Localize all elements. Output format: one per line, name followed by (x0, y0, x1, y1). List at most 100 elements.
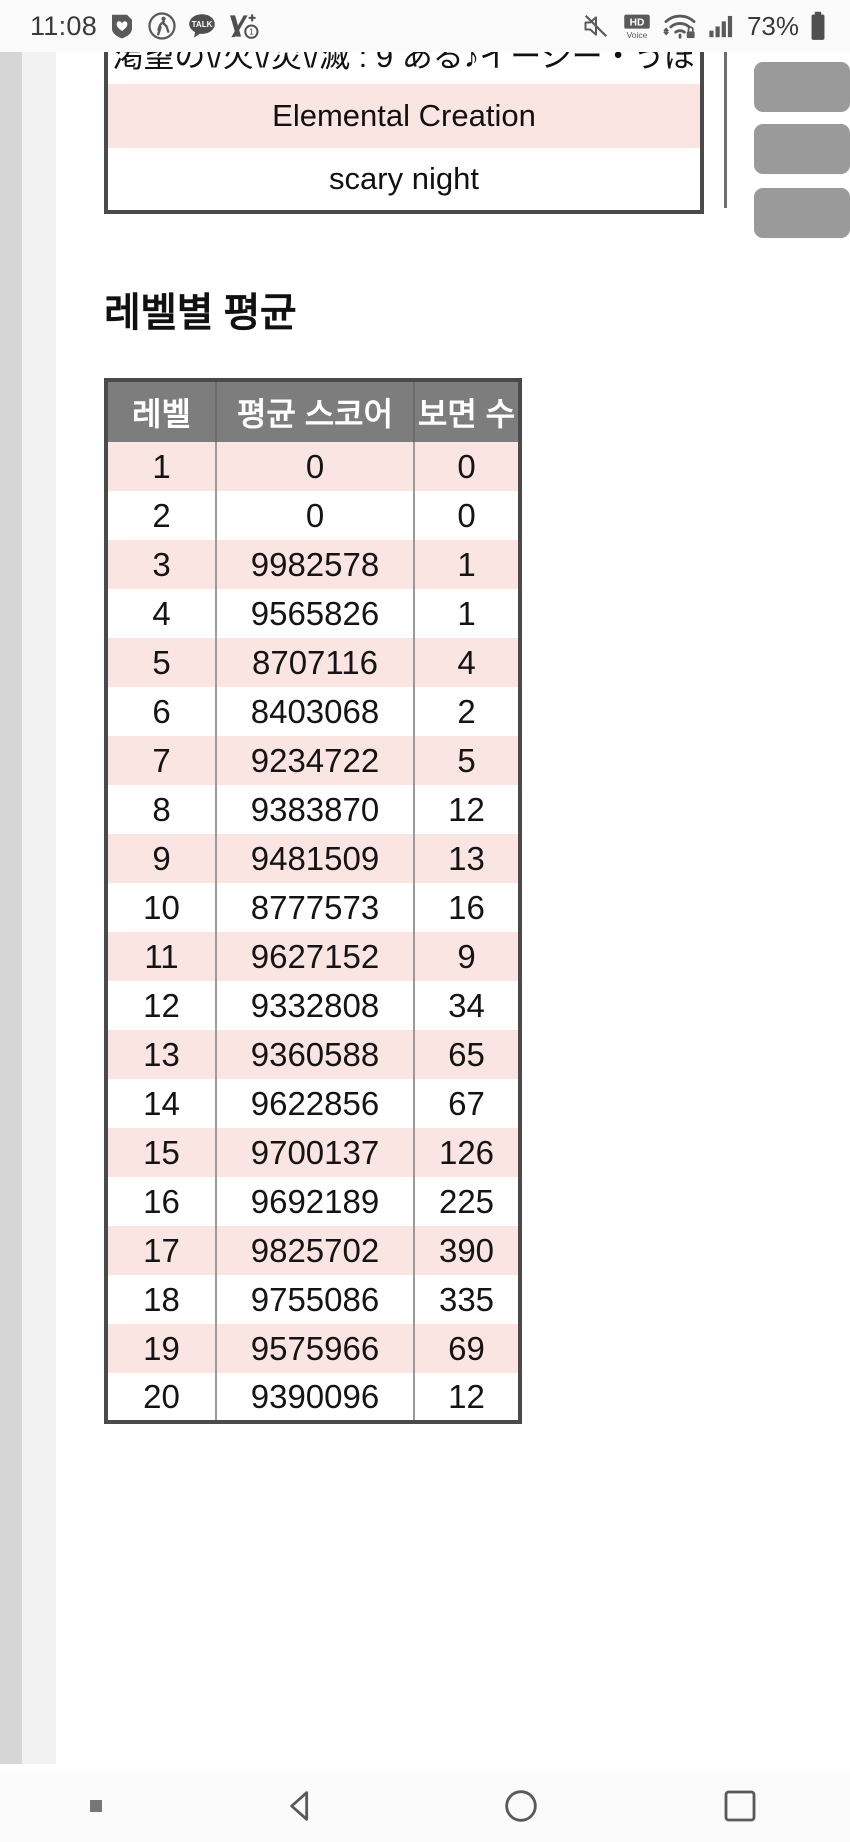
heart-shield-icon (107, 11, 137, 41)
cell-average-score: 9481509 (215, 834, 415, 883)
cell-average-score: 9622856 (215, 1079, 415, 1128)
table-row[interactable]: 14 9622856 67 (105, 1079, 521, 1128)
table-row[interactable]: 9 9481509 13 (105, 834, 521, 883)
cell-level: 5 (105, 638, 217, 687)
home-circle-icon[interactable] (501, 1786, 541, 1826)
cell-level: 14 (105, 1079, 217, 1128)
table-row[interactable]: 16 9692189 225 (105, 1177, 521, 1226)
table-vertical-divider (724, 52, 727, 208)
cell-average-score: 8707116 (215, 638, 415, 687)
cell-average-score: 9390096 (215, 1373, 415, 1422)
page-title: 레벨별 평균 (104, 291, 297, 335)
cell-level: 19 (105, 1324, 217, 1373)
table-row[interactable]: 3 9982578 1 (105, 540, 521, 589)
svg-text:TALK: TALK (192, 20, 213, 29)
table-row[interactable]: 15 9700137 126 (105, 1128, 521, 1177)
table-row[interactable]: 渇望の\/火\/災\/滅 : 9 ある♪イーシー・うぼ (106, 52, 702, 84)
status-bar-right: HD Voice 73% (581, 11, 828, 42)
table-row[interactable]: Elemental Creation (106, 84, 702, 148)
cell-average-score: 9565826 (215, 589, 415, 638)
cell-level: 6 (105, 687, 217, 736)
table-row[interactable]: scary night (106, 148, 702, 212)
cell-chart-count: 1 (413, 540, 521, 589)
cell-average-score: 8403068 (215, 687, 415, 736)
table-row[interactable]: 5 8707116 4 (105, 638, 521, 687)
kakaotalk-icon: TALK (187, 11, 217, 41)
cell-level: 9 (105, 834, 217, 883)
cell-average-score: 9755086 (215, 1275, 415, 1324)
table-row[interactable]: 8 9383870 12 (105, 785, 521, 834)
song-title-clipped: 渇望の\/火\/災\/滅 : 9 ある♪イーシー・うぼ (112, 52, 696, 74)
cell-chart-count: 13 (413, 834, 521, 883)
cell-level: 18 (105, 1275, 217, 1324)
signal-bars-icon (706, 12, 736, 40)
table-header-row: 레벨 평균 스코어 보면 수 (105, 380, 521, 442)
cell-average-score: 9332808 (215, 981, 415, 1030)
cell-chart-count: 16 (413, 883, 521, 932)
cell-chip (754, 62, 850, 112)
cell-level: 12 (105, 981, 217, 1030)
status-bar-left: 11:08 TALK 1 (30, 11, 259, 42)
recents-dot-icon[interactable] (89, 1800, 102, 1812)
table-row[interactable]: 20 9390096 12 (105, 1373, 521, 1422)
table-row[interactable]: 17 9825702 390 (105, 1226, 521, 1275)
level-average-table-wrap: 레벨 평균 스코어 보면 수 1 0 0 2 0 0 3 9982578 1 4 9565826 1 5… (104, 378, 522, 1424)
cell-level: 16 (105, 1177, 217, 1226)
battery-percent-label: 73% (746, 10, 799, 41)
cell-level: 4 (105, 589, 217, 638)
cell-chip (754, 124, 850, 174)
cell-chart-count: 1 (413, 589, 521, 638)
song-title: Elemental Creation (272, 98, 536, 133)
wifi-secure-icon (663, 11, 697, 41)
cell-level: 3 (105, 540, 217, 589)
table-row[interactable]: 7 9234722 5 (105, 736, 521, 785)
table-row[interactable]: 10 8777573 16 (105, 883, 521, 932)
android-navigation-bar (0, 1770, 850, 1842)
table-row[interactable]: 19 9575966 69 (105, 1324, 521, 1373)
status-clock: 11:08 (30, 10, 98, 41)
browser-viewport[interactable]: 渇望の\/火\/災\/滅 : 9 ある♪イーシー・うぼ Elemental Cr… (0, 52, 850, 1764)
table-row[interactable]: 18 9755086 335 (105, 1275, 521, 1324)
cell-average-score: 0 (215, 491, 415, 540)
level-average-table: 레벨 평균 스코어 보면 수 1 0 0 2 0 0 3 9982578 1 4 9565826 1 5… (104, 378, 522, 1424)
table-row[interactable]: 12 9332808 34 (105, 981, 521, 1030)
table-row[interactable]: 11 9627152 9 (105, 932, 521, 981)
cell-average-score: 9692189 (215, 1177, 415, 1226)
table-row[interactable]: 13 9360588 65 (105, 1030, 521, 1079)
volume-mode-icon: 1 (227, 11, 259, 41)
cell-level: 13 (105, 1030, 217, 1079)
cell-chart-count: 12 (413, 785, 521, 834)
back-triangle-icon[interactable] (281, 1786, 321, 1826)
cell-chart-count: 12 (413, 1373, 521, 1422)
cell-chart-count: 2 (413, 687, 521, 736)
column-header-level[interactable]: 레벨 (105, 380, 217, 442)
web-page-content: 渇望の\/火\/災\/滅 : 9 ある♪イーシー・うぼ Elemental Cr… (56, 52, 850, 1764)
cell-chart-count: 335 (413, 1275, 521, 1324)
song-table-right-column-clipped (716, 52, 850, 238)
cell-average-score: 9360588 (215, 1030, 415, 1079)
cell-chart-count: 67 (413, 1079, 521, 1128)
song-title: scary night (329, 161, 479, 196)
svg-text:HD: HD (630, 18, 645, 29)
table-row[interactable]: 200 (105, 491, 521, 540)
cell-average-score: 9825702 (215, 1226, 415, 1275)
page-gutter-outer (0, 52, 22, 1764)
cell-average-score: 9575966 (215, 1324, 415, 1373)
overview-square-icon[interactable] (720, 1786, 760, 1826)
table-row[interactable]: 4 9565826 1 (105, 589, 521, 638)
mute-icon (581, 12, 611, 40)
cell-average-score: 8777573 (215, 883, 415, 932)
table-row[interactable]: 100 (105, 442, 521, 491)
battery-icon (808, 11, 828, 41)
cell-level: 15 (105, 1128, 217, 1177)
cell-average-score: 9383870 (215, 785, 415, 834)
cell-level: 11 (105, 932, 217, 981)
cell-chart-count: 0 (413, 442, 521, 491)
cell-chart-count: 126 (413, 1128, 521, 1177)
column-header-average-score[interactable]: 평균 스코어 (215, 380, 415, 442)
cell-chart-count: 34 (413, 981, 521, 1030)
table-row[interactable]: 6 8403068 2 (105, 687, 521, 736)
cell-level: 1 (105, 442, 217, 491)
cell-average-score: 9982578 (215, 540, 415, 589)
column-header-chart-count[interactable]: 보면 수 (413, 380, 521, 442)
